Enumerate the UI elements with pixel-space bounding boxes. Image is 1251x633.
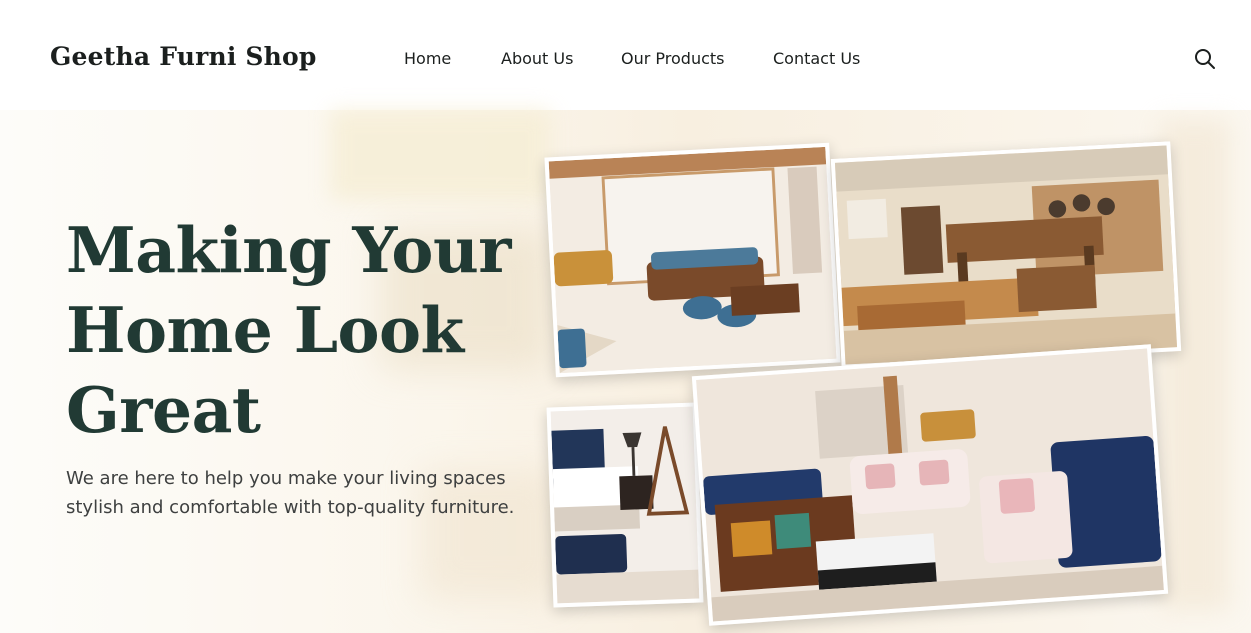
showroom-photo-sofa-lounge: [691, 344, 1169, 626]
hero-subtext: We are here to help you make your living…: [66, 468, 515, 518]
nav-contact-link[interactable]: Contact Us: [773, 49, 860, 68]
hero-headline-line: Making Your: [66, 213, 511, 287]
nav-home-link[interactable]: Home: [404, 49, 451, 68]
showroom-photo-bedroom: [546, 402, 704, 608]
search-icon[interactable]: [1193, 47, 1217, 71]
hero-headline-line: Home Look: [66, 293, 464, 367]
showroom-photo-dining-area: [830, 141, 1182, 369]
nav-products-link[interactable]: Our Products: [621, 49, 724, 68]
nav-about-link[interactable]: About Us: [501, 49, 573, 68]
site-header: Geetha Furni Shop Home About Us Our Prod…: [0, 0, 1251, 110]
hero-headline: Making Your Home Look Great: [66, 210, 536, 450]
brand-logo-text[interactable]: Geetha Furni Shop: [50, 42, 317, 71]
hero-bg-blur: [330, 110, 550, 200]
showroom-photo-living-room: [544, 142, 841, 378]
hero-headline-line: Great: [66, 373, 261, 447]
